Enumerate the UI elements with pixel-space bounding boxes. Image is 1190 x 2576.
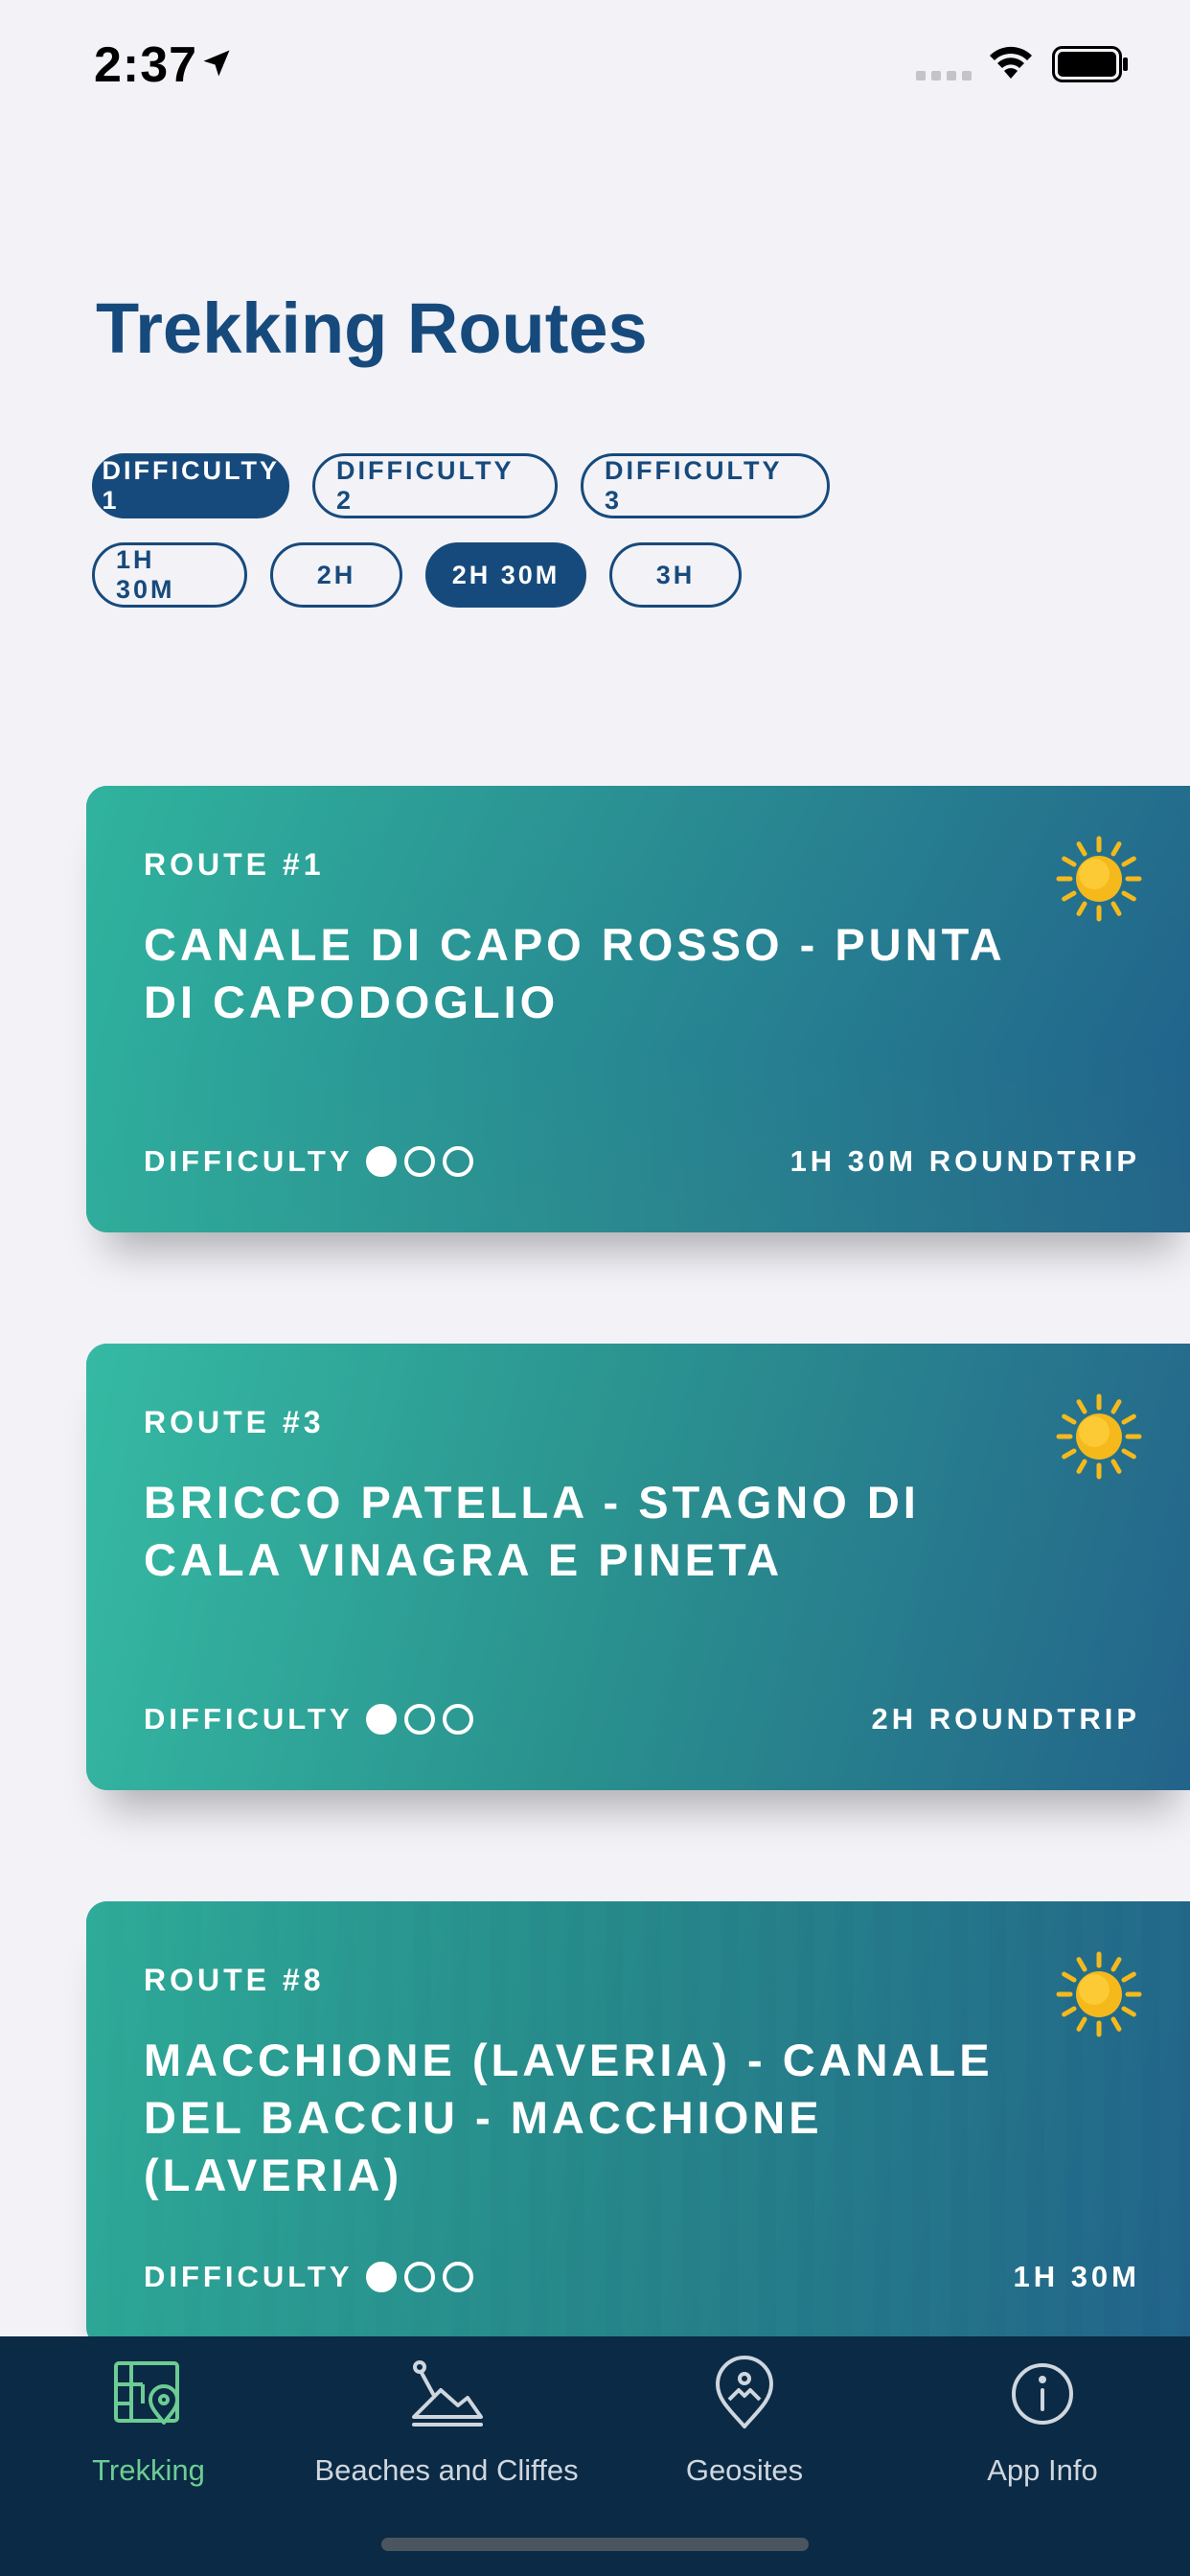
difficulty-indicator <box>366 1146 473 1177</box>
difficulty-dot-empty <box>404 1704 435 1735</box>
tab-geosites-label: Geosites <box>685 2453 804 2487</box>
battery-icon <box>1052 46 1128 82</box>
chip-duration-2h[interactable]: 2H <box>270 542 402 608</box>
difficulty-dot-empty <box>443 1704 473 1735</box>
difficulty-dot-filled <box>366 1704 397 1735</box>
cellular-signal-icon <box>916 71 972 80</box>
home-indicator <box>381 2538 809 2551</box>
map-pin-icon <box>114 2361 179 2425</box>
chip-difficulty-1[interactable]: DIFFICULTY 1 <box>92 453 289 518</box>
chip-difficulty-2[interactable]: DIFFICULTY 2 <box>312 453 558 518</box>
tab-app-info[interactable]: App Info <box>894 2336 1190 2518</box>
tab-beaches-label: Beaches and Cliffes <box>314 2453 579 2487</box>
chip-duration-2h30m[interactable]: 2H 30M <box>425 542 586 608</box>
tab-geosites[interactable]: Geosites <box>596 2336 893 2518</box>
location-arrow-icon <box>203 50 230 77</box>
sun-icon <box>1056 1393 1142 1480</box>
difficulty-dot-empty <box>404 2262 435 2292</box>
difficulty-filter-row: DIFFICULTY 1 DIFFICULTY 2 DIFFICULTY 3 <box>92 453 830 518</box>
difficulty-dot-empty <box>443 2262 473 2292</box>
sun-icon <box>1056 836 1142 922</box>
tab-beaches-and-cliffes[interactable]: Beaches and Cliffes <box>298 2336 595 2518</box>
chip-duration-1h30m[interactable]: 1H 30M <box>92 542 247 608</box>
route-duration: 2H ROUNDTRIP <box>871 1702 1140 1736</box>
difficulty-indicator <box>366 2262 473 2292</box>
route-card[interactable]: ROUTE #3 BRICCO PATELLA - STAGNO DI CALA … <box>86 1344 1190 1790</box>
route-number: ROUTE #3 <box>144 1405 325 1439</box>
route-card[interactable]: ROUTE #1 CANALE DI CAPO ROSSO - PUNTA DI … <box>86 786 1190 1232</box>
tab-trekking-label: Trekking <box>92 2453 205 2487</box>
wifi-icon <box>990 46 1032 79</box>
difficulty-dot-empty <box>443 1146 473 1177</box>
duration-filter-row: 1H 30M 2H 2H 30M 3H <box>92 542 742 608</box>
difficulty-dot-filled <box>366 2262 397 2292</box>
tab-trekking[interactable]: Trekking <box>0 2336 297 2518</box>
status-time: 2:37 <box>94 37 198 93</box>
difficulty-indicator <box>366 1704 473 1735</box>
route-duration: 1H 30M <box>1013 2260 1140 2293</box>
chip-duration-3h[interactable]: 3H <box>609 542 742 608</box>
route-number: ROUTE #8 <box>144 1963 325 1997</box>
route-title: MACCHIONE (LAVERIA) - CANALE DEL BACCIU … <box>144 2035 994 2200</box>
difficulty-label: DIFFICULTY <box>144 1144 354 1178</box>
status-bar: 2:37 <box>0 0 1190 128</box>
route-title: BRICCO PATELLA - STAGNO DI CALA VINAGRA … <box>144 1477 920 1585</box>
route-title: CANALE DI CAPO ROSSO - PUNTA DI CAPODOGL… <box>144 919 1004 1027</box>
tab-app-info-label: App Info <box>987 2453 1098 2487</box>
difficulty-label: DIFFICULTY <box>144 2260 354 2293</box>
route-card[interactable]: ROUTE #8 MACCHIONE (LAVERIA) - CANALE DEL… <box>86 1901 1190 2348</box>
page-title: Trekking Routes <box>96 288 648 368</box>
info-icon <box>1012 2363 1073 2425</box>
route-number: ROUTE #1 <box>144 847 325 882</box>
difficulty-dot-filled <box>366 1146 397 1177</box>
sun-icon <box>1056 1951 1142 2037</box>
route-duration: 1H 30M ROUNDTRIP <box>790 1144 1140 1178</box>
chip-difficulty-3[interactable]: DIFFICULTY 3 <box>581 453 830 518</box>
difficulty-label: DIFFICULTY <box>144 1702 354 1736</box>
geosite-pin-icon <box>716 2356 773 2428</box>
beach-icon <box>412 2360 483 2426</box>
difficulty-dot-empty <box>404 1146 435 1177</box>
